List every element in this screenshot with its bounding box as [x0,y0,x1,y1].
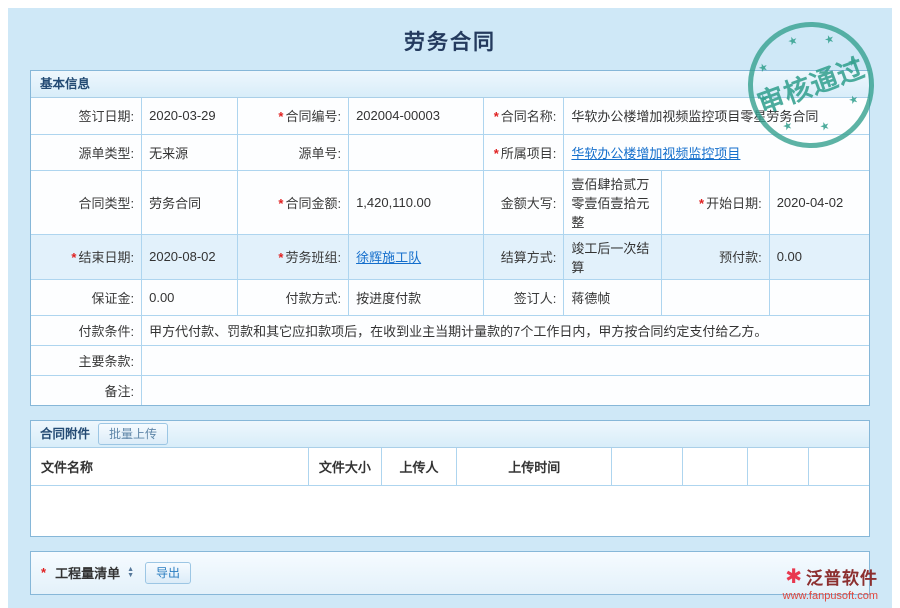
export-button[interactable]: 导出 [145,562,191,584]
amount-caps-value: 壹佰肆拾贰万零壹佰壹拾元整 [564,170,662,234]
basic-info-title: 基本信息 [40,71,90,97]
table-row: 保证金: 0.00 付款方式: 按进度付款 签订人: 蒋德帧 [31,279,869,315]
amount-label: 合同金额: [285,196,341,211]
contract-no-label: 合同编号: [285,109,341,124]
required-asterisk: * [71,250,76,265]
source-no-value [349,134,484,170]
col-empty [612,448,682,485]
empty-cell [662,279,769,315]
advance-value: 0.00 [769,234,869,279]
brand-flower-icon: ✱ [785,567,802,587]
col-empty [747,448,808,485]
deposit-label: 保证金: [91,291,134,306]
sort-down-icon: ▼ [127,573,134,579]
batch-upload-button[interactable]: 批量上传 [98,423,168,445]
sign-date-label: 签订日期: [78,109,134,124]
brand-name: 泛普软件 [806,564,878,589]
required-asterisk: * [699,196,704,211]
attachments-title: 合同附件 [40,421,90,447]
boq-title: 工程量清单 [55,563,120,582]
amount-value: 1,420,110.00 [349,170,484,234]
deposit-value: 0.00 [142,279,238,315]
col-file-name: 文件名称 [31,448,308,485]
attachments-header: 合同附件 批量上传 [31,421,869,448]
stamp-star-icon: ★ [846,56,859,70]
required-asterisk: * [278,196,283,211]
col-empty [809,448,869,485]
contract-name-label: 合同名称: [501,109,557,124]
required-asterisk: * [494,146,499,161]
basic-info-section: 基本信息 签订日期: 2020-03-29 *合同编号: 202004-0000… [30,70,870,406]
empty-cell [769,279,869,315]
required-asterisk: * [278,109,283,124]
brand-url: www.fanpusoft.com [783,590,878,602]
source-type-label: 源单类型: [78,146,134,161]
boq-bar: * 工程量清单 ▲ ▼ 导出 [31,552,869,594]
project-value-cell: 华软办公楼增加视频监控项目 [564,134,869,170]
basic-info-header: 基本信息 [31,71,869,98]
start-date-value: 2020-04-02 [769,170,869,234]
settlement-label: 结算方式: [501,250,557,265]
signer-value: 蒋德帧 [564,279,662,315]
remark-label: 备注: [104,384,134,399]
project-label: 所属项目: [501,146,557,161]
pay-method-value: 按进度付款 [349,279,484,315]
required-asterisk: * [494,109,499,124]
advance-label: 预付款: [719,250,762,265]
col-file-size: 文件大小 [308,448,381,485]
amount-caps-label: 金额大写: [501,196,557,211]
col-upload-time: 上传时间 [457,448,612,485]
end-date-value: 2020-08-02 [142,234,238,279]
basic-info-table: 签订日期: 2020-03-29 *合同编号: 202004-00003 *合同… [31,98,869,405]
labor-team-label: 劳务班组: [285,250,341,265]
table-row: 备注: [31,375,869,405]
required-asterisk: * [41,565,46,580]
table-row: 付款条件: 甲方代付款、罚款和其它应扣款项后，在收到业主当期计量款的7个工作日内… [31,315,869,345]
source-type-value: 无来源 [142,134,238,170]
attachments-section: 合同附件 批量上传 文件名称 文件大小 上传人 上传时间 [30,420,870,537]
col-empty [682,448,747,485]
source-no-label: 源单号: [298,146,341,161]
start-date-label: 开始日期: [706,196,762,211]
pay-method-label: 付款方式: [285,291,341,306]
project-link[interactable]: 华软办公楼增加视频监控项目 [571,146,740,161]
attachments-header-row: 文件名称 文件大小 上传人 上传时间 [31,448,869,485]
table-row: 签订日期: 2020-03-29 *合同编号: 202004-00003 *合同… [31,98,869,134]
required-asterisk: * [278,250,283,265]
col-uploader: 上传人 [381,448,456,485]
sign-date-value: 2020-03-29 [142,98,238,134]
table-row: *结束日期: 2020-08-02 *劳务班组: 徐辉施工队 结算方式: 竣工后… [31,234,869,279]
attachments-empty-body [31,486,869,536]
labor-team-link[interactable]: 徐辉施工队 [356,250,421,265]
boq-section: * 工程量清单 ▲ ▼ 导出 [30,551,870,595]
main-clauses-label: 主要条款: [78,354,134,369]
end-date-label: 结束日期: [78,250,134,265]
contract-type-label: 合同类型: [78,196,134,211]
contract-type-value: 劳务合同 [142,170,238,234]
pay-terms-value: 甲方代付款、罚款和其它应扣款项后，在收到业主当期计量款的7个工作日内，甲方按合同… [142,315,869,345]
settlement-value: 竣工后一次结算 [564,234,662,279]
sort-icon[interactable]: ▲ ▼ [127,567,134,579]
table-row: 主要条款: [31,345,869,375]
pay-terms-label: 付款条件: [78,324,134,339]
attachments-table: 文件名称 文件大小 上传人 上传时间 [31,448,869,486]
page-title: 劳务合同 [8,8,892,56]
signer-label: 签订人: [514,291,557,306]
brand-footer: ✱ 泛普软件 www.fanpusoft.com [783,564,878,602]
labor-team-value-cell: 徐辉施工队 [349,234,484,279]
main-clauses-value [142,345,869,375]
contract-name-value: 华软办公楼增加视频监控项目零星劳务合同 [564,98,869,134]
contract-no-value: 202004-00003 [349,98,484,134]
page-panel: 劳务合同 基本信息 签订日期: 2020-03-29 *合同编号: 202004… [8,8,892,608]
remark-value [142,375,869,405]
table-row: 源单类型: 无来源 源单号: *所属项目: 华软办公楼增加视频监控项目 [31,134,869,170]
table-row: 合同类型: 劳务合同 *合同金额: 1,420,110.00 金额大写: 壹佰肆… [31,170,869,234]
